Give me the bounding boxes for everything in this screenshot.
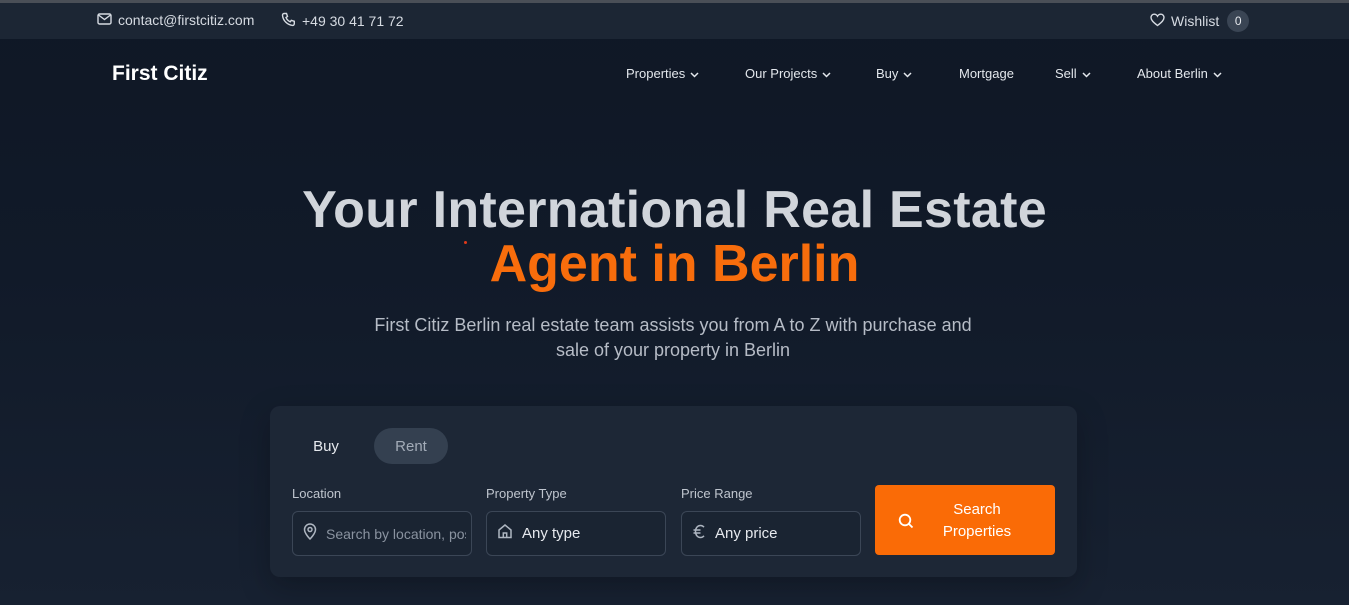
- price-range-label: Price Range: [681, 486, 753, 501]
- location-label: Location: [292, 486, 342, 501]
- phone-icon: [281, 12, 296, 30]
- nav-item-label: Mortgage: [959, 66, 1014, 81]
- nav-item-label: Our Projects: [745, 66, 818, 81]
- tab-rent[interactable]: Rent: [374, 428, 448, 464]
- price-range-select[interactable]: Any price: [681, 511, 861, 556]
- chevron-down-icon: [903, 66, 912, 81]
- hero-title-highlight: Agent in Berlin: [489, 235, 860, 293]
- phone-text: +49 30 41 71 72: [302, 13, 404, 29]
- location-input[interactable]: [326, 525, 466, 542]
- nav-item-buy[interactable]: Buy: [876, 66, 912, 81]
- property-type-label: Property Type: [486, 486, 567, 501]
- search-properties-button[interactable]: Search Properties: [875, 485, 1055, 555]
- nav-item-label: About Berlin: [1137, 66, 1208, 81]
- hero-title: Your International Real Estate: [302, 181, 1047, 239]
- tab-buy[interactable]: Buy: [292, 428, 360, 464]
- nav-item-label: Properties: [626, 66, 686, 81]
- nav-item-our-projects[interactable]: Our Projects: [745, 66, 831, 81]
- chevron-down-icon: [690, 66, 699, 81]
- price-range-value: Any price: [715, 525, 778, 542]
- nav-item-label: Buy: [876, 66, 899, 81]
- chevron-down-icon: [1213, 66, 1222, 81]
- nav-item-mortgage[interactable]: Mortgage: [959, 66, 1014, 81]
- nav-item-label: Sell: [1055, 66, 1077, 81]
- email-link[interactable]: contact@firstcitiz.com: [97, 12, 254, 28]
- euro-icon: [692, 524, 706, 544]
- chevron-down-icon: [1082, 66, 1091, 81]
- map-pin-icon: [303, 522, 317, 545]
- hero-subtitle: First Citiz Berlin real estate team assi…: [374, 315, 972, 360]
- wishlist-label: Wishlist: [1171, 13, 1220, 29]
- phone-link[interactable]: +49 30 41 71 72: [281, 12, 404, 30]
- email-text: contact@firstcitiz.com: [118, 12, 255, 28]
- wishlist-link[interactable]: Wishlist 0: [1150, 10, 1250, 32]
- main-nav: Properties Our Projects Buy Mortgage Sel…: [0, 66, 1349, 86]
- property-type-select[interactable]: Any type: [486, 511, 666, 556]
- top-bar: contact@firstcitiz.com +49 30 41 71 72 W…: [0, 3, 1349, 39]
- location-field[interactable]: [292, 511, 472, 556]
- mail-icon: [97, 12, 112, 28]
- page: contact@firstcitiz.com +49 30 41 71 72 W…: [0, 0, 1349, 605]
- search-card: Buy Rent Location Property Type Any type…: [270, 406, 1077, 577]
- nav-item-sell[interactable]: Sell: [1055, 66, 1091, 81]
- nav-item-properties[interactable]: Properties: [626, 66, 699, 81]
- property-type-value: Any type: [522, 525, 581, 542]
- heart-icon: [1150, 12, 1165, 30]
- home-icon: [497, 523, 513, 544]
- chevron-down-icon: [822, 66, 831, 81]
- wishlist-count-badge: 0: [1227, 10, 1250, 32]
- nav-item-about-berlin[interactable]: About Berlin: [1137, 66, 1222, 81]
- search-button-label: Search Properties: [942, 501, 1012, 540]
